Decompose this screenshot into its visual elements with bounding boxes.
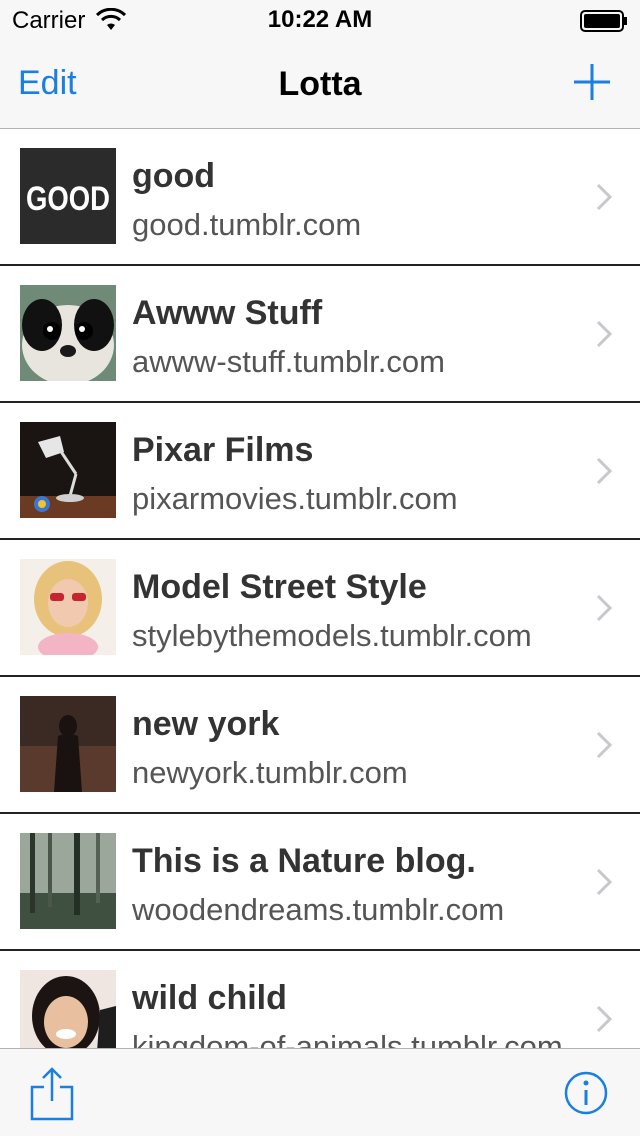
chevron-right-icon: [596, 594, 612, 622]
blog-thumbnail: [20, 970, 116, 1048]
foggy-forest-image: [20, 833, 116, 929]
status-bar: Carrier 10:22 AM: [0, 0, 640, 40]
blog-thumbnail: [20, 833, 116, 929]
list-item[interactable]: new york newyork.tumblr.com: [0, 677, 640, 814]
blog-title: Model Street Style: [132, 568, 427, 606]
blog-title: wild child: [132, 979, 287, 1017]
page-title: Lotta: [278, 65, 362, 103]
good-logo-image: GOOD: [20, 148, 116, 244]
list-item[interactable]: wild child kingdom-of-animals.tumblr.com: [0, 951, 640, 1048]
list-item[interactable]: Model Street Style stylebythemodels.tumb…: [0, 540, 640, 677]
list-item[interactable]: Pixar Films pixarmovies.tumblr.com: [0, 403, 640, 540]
info-icon[interactable]: [564, 1071, 608, 1115]
blog-thumbnail: [20, 559, 116, 655]
blog-url: awww-stuff.tumblr.com: [132, 344, 445, 379]
blog-thumbnail: GOOD: [20, 148, 116, 244]
share-icon[interactable]: [30, 1067, 74, 1121]
plus-icon[interactable]: [572, 62, 612, 102]
chevron-right-icon: [596, 868, 612, 896]
navigation-bar: Edit Lotta: [0, 40, 640, 129]
list-item[interactable]: This is a Nature blog. woodendreams.tumb…: [0, 814, 640, 951]
blog-thumbnail: [20, 696, 116, 792]
blog-url: kingdom-of-animals.tumblr.com: [132, 1029, 563, 1048]
blog-title: Awww Stuff: [132, 294, 323, 332]
list-item[interactable]: GOOD good good.tumblr.com: [0, 129, 640, 266]
blog-title: new york: [132, 705, 280, 743]
model-image: [20, 559, 116, 655]
forest-figure-image: [20, 696, 116, 792]
list-item[interactable]: Awww Stuff awww-stuff.tumblr.com: [0, 266, 640, 403]
good-logo-text: GOOD: [26, 180, 110, 218]
clock-time: 10:22 AM: [267, 6, 373, 33]
battery-icon: [580, 10, 627, 32]
blog-url: woodendreams.tumblr.com: [132, 892, 505, 927]
chevron-right-icon: [596, 1005, 612, 1033]
blog-url: pixarmovies.tumblr.com: [132, 481, 458, 516]
blog-thumbnail: [20, 422, 116, 518]
girl-portrait-image: [20, 970, 116, 1048]
puppy-image: [20, 285, 116, 381]
pixar-lamp-image: [20, 422, 116, 518]
blog-title: This is a Nature blog.: [132, 842, 476, 880]
bottom-toolbar: [0, 1048, 640, 1136]
blog-url: newyork.tumblr.com: [132, 755, 408, 790]
chevron-right-icon: [596, 183, 612, 211]
chevron-right-icon: [596, 320, 612, 348]
blog-list: GOOD good good.tumblr.com Awww Stuff aww…: [0, 129, 640, 1048]
blog-title: good: [132, 157, 216, 195]
blog-url: good.tumblr.com: [132, 207, 362, 242]
blog-title: Pixar Films: [132, 431, 314, 469]
chevron-right-icon: [596, 457, 612, 485]
blog-thumbnail: [20, 285, 116, 381]
screen: Carrier 10:22 AM Edit Lotta GOOD good go…: [0, 0, 640, 1136]
chevron-right-icon: [596, 731, 612, 759]
blog-url: stylebythemodels.tumblr.com: [132, 618, 532, 653]
